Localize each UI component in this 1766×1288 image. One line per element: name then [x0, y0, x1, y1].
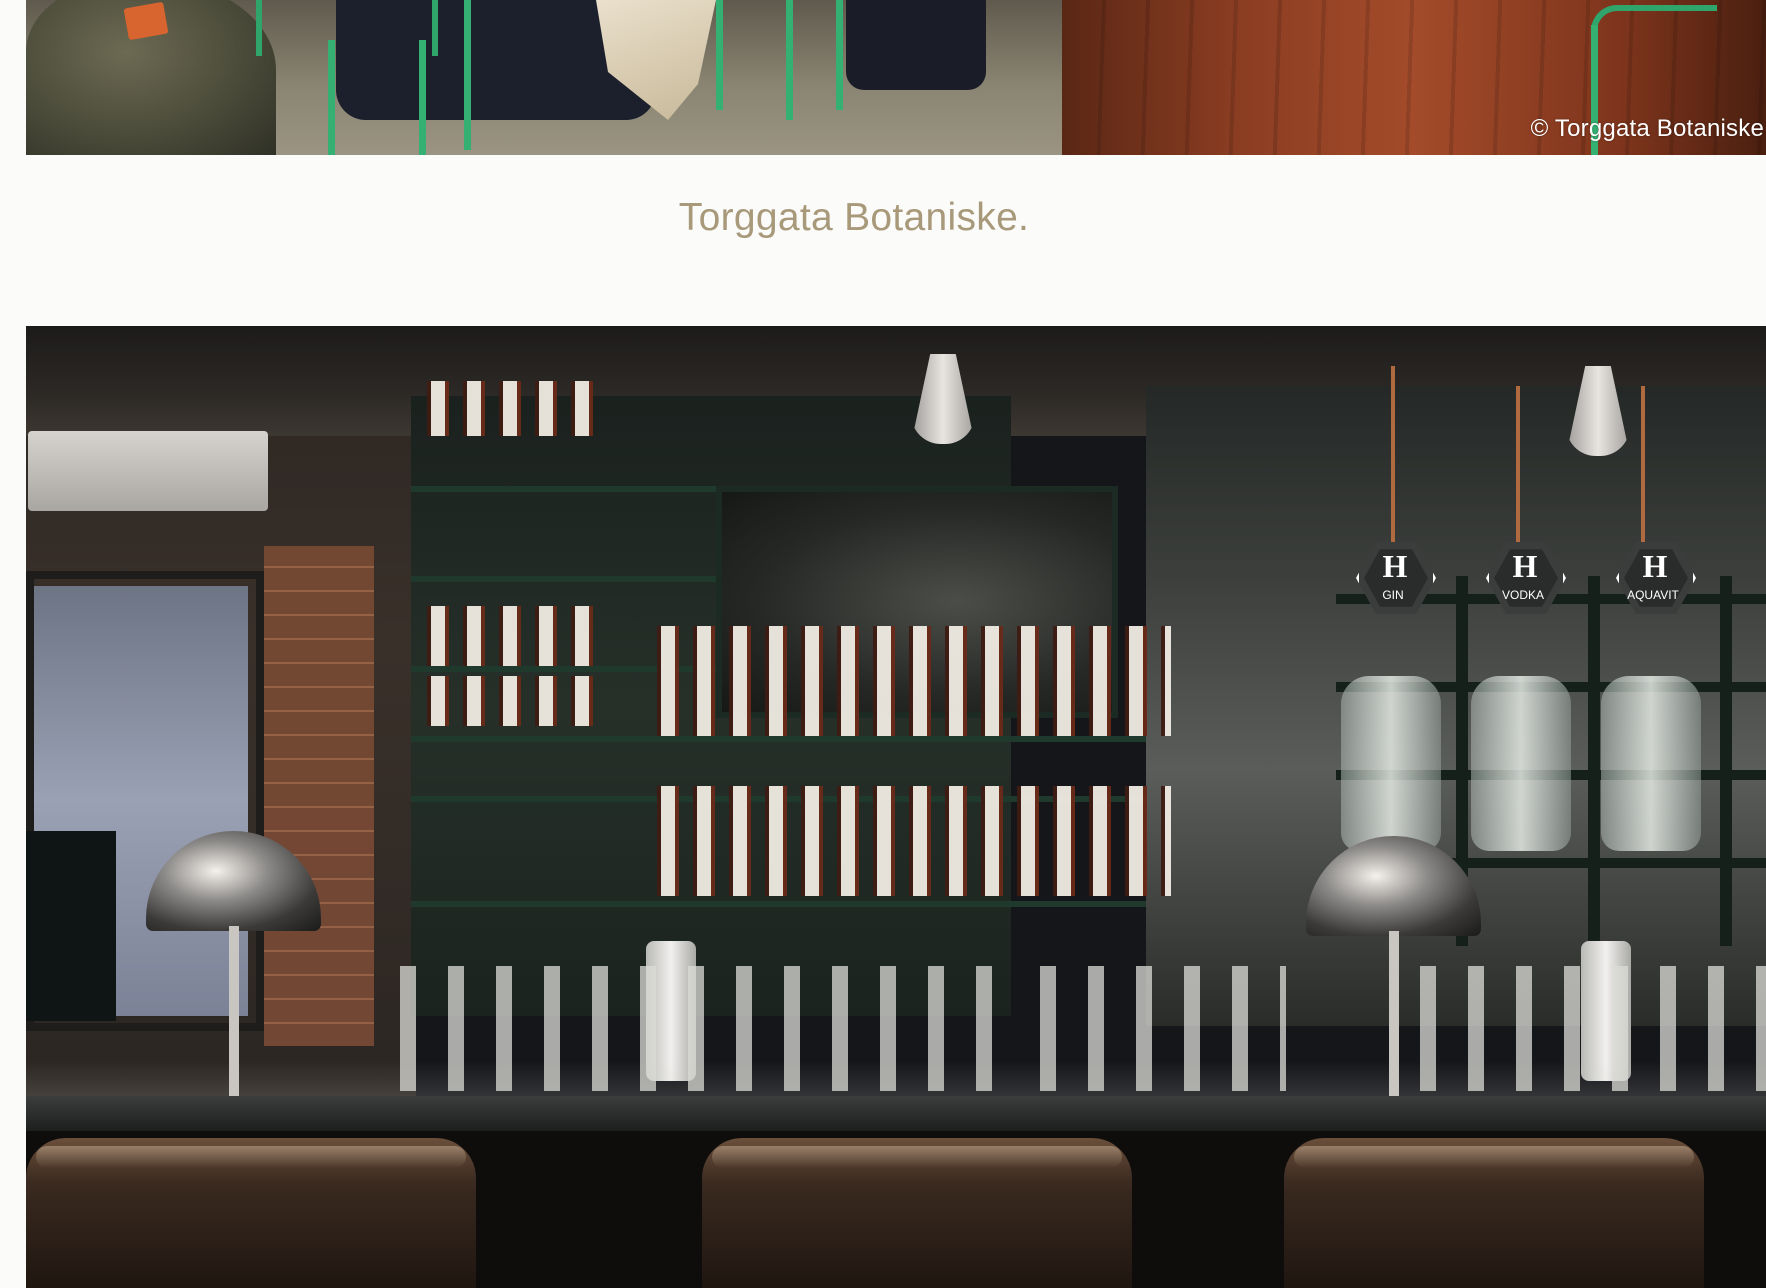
green-chair [256, 0, 438, 56]
aquavit-sign-label: AQUAVIT [1627, 588, 1679, 602]
bar-photo: GIN H VODKA H AQUAVIT H [26, 326, 1766, 1288]
air-conditioner [28, 431, 268, 511]
image-caption-container: Torggata Botaniske. [26, 196, 1766, 240]
photo-copyright: © Torggata Botaniske [1530, 115, 1764, 142]
gin-sign-h-icon: H [1382, 548, 1408, 584]
leather-stool [702, 1138, 1132, 1288]
gin-sign-label: GIN [1382, 588, 1404, 602]
page: © Torggata Botaniske Torggata Botaniske. [0, 0, 1766, 1288]
infusion-jar [1471, 676, 1571, 851]
leather-stool [1284, 1138, 1704, 1288]
vodka-sign-label: VODKA [1501, 588, 1544, 602]
image-caption: Torggata Botaniske. [678, 196, 1030, 239]
infusion-jar [1601, 676, 1701, 851]
aquavit-sign-h-icon: H [1642, 548, 1668, 584]
bar-counter [26, 1096, 1766, 1131]
leather-stool [26, 1138, 476, 1288]
restaurant-photo: © Torggata Botaniske [26, 0, 1766, 155]
brick-wall [264, 546, 374, 1046]
vodka-sign-h-icon: H [1512, 548, 1538, 584]
infusion-jar [1341, 676, 1441, 851]
bottle-shelf-lower [651, 786, 1171, 896]
green-chair [1591, 5, 1717, 51]
bottle-shelf-upper [651, 626, 1171, 736]
